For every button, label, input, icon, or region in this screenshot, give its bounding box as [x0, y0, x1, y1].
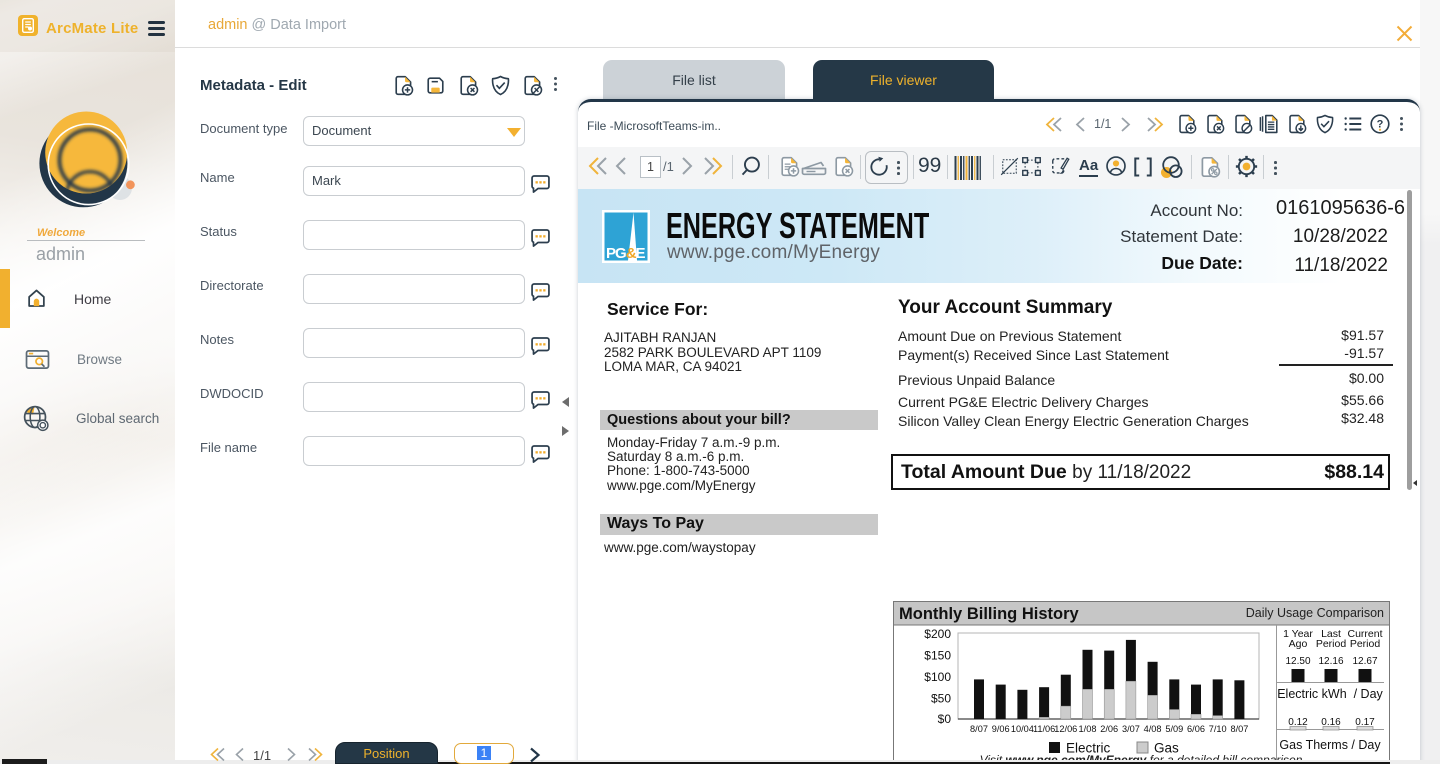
svg-text:8/07: 8/07 — [1230, 724, 1248, 734]
svg-text:6/06: 6/06 — [1187, 724, 1205, 734]
svg-text:$100: $100 — [924, 670, 951, 684]
svg-text:Daily Usage Comparison: Daily Usage Comparison — [1246, 606, 1384, 620]
svg-text:2/06: 2/06 — [1100, 724, 1118, 734]
svg-text:5/09: 5/09 — [1165, 724, 1183, 734]
svg-text:7/10: 7/10 — [1209, 724, 1227, 734]
svg-text:1/08: 1/08 — [1079, 724, 1097, 734]
svg-text:11/06: 11/06 — [1033, 724, 1055, 734]
svg-text:10/04: 10/04 — [1011, 724, 1034, 734]
svg-text:8/07: 8/07 — [970, 724, 988, 734]
svg-text:$150: $150 — [924, 649, 951, 663]
svg-text:12.50: 12.50 — [1285, 656, 1310, 667]
svg-text:Electric kWh / Day: Electric kWh / Day — [1277, 687, 1383, 701]
svg-text:3/07: 3/07 — [1122, 724, 1140, 734]
svg-text:9/06: 9/06 — [992, 724, 1010, 734]
svg-text:Monthly Billing History: Monthly Billing History — [899, 605, 1079, 623]
svg-text:$200: $200 — [924, 627, 951, 641]
svg-text:12/06: 12/06 — [1054, 724, 1077, 734]
svg-text:$50: $50 — [931, 692, 951, 706]
svg-text:PG&E: PG&E — [606, 245, 646, 262]
svg-text:Gas Therms / Day: Gas Therms / Day — [1279, 738, 1381, 752]
svg-text:Period: Period — [1350, 638, 1381, 650]
svg-text:12.16: 12.16 — [1318, 656, 1343, 667]
svg-text:$0: $0 — [938, 712, 952, 726]
svg-text:4/08: 4/08 — [1144, 724, 1162, 734]
svg-text:Period: Period — [1316, 638, 1347, 650]
svg-text:Ago: Ago — [1289, 638, 1308, 650]
svg-text:12.67: 12.67 — [1352, 656, 1377, 667]
